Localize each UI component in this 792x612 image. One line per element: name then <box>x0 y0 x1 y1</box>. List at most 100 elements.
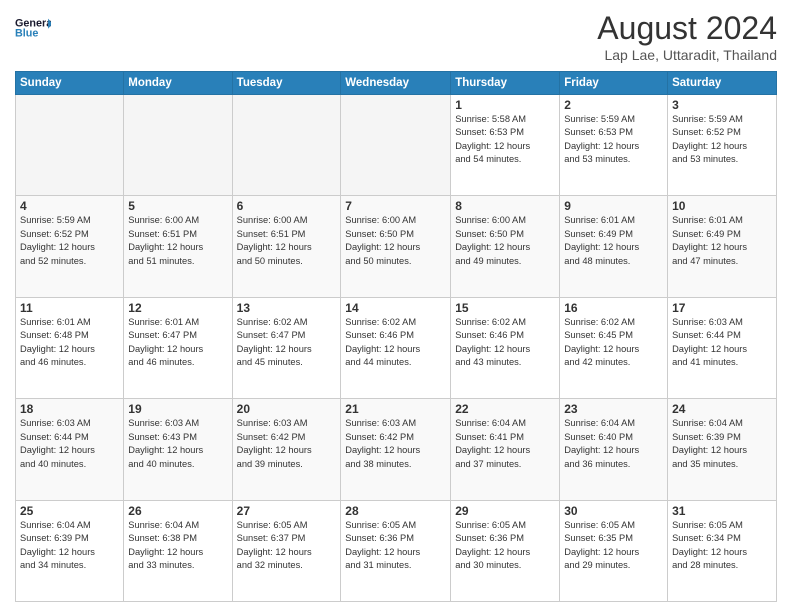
calendar-cell-1-5: 9Sunrise: 6:01 AMSunset: 6:49 PMDaylight… <box>560 196 668 297</box>
calendar-cell-0-2 <box>232 95 341 196</box>
week-row-1: 1Sunrise: 5:58 AMSunset: 6:53 PMDaylight… <box>16 95 777 196</box>
day-number: 19 <box>128 402 227 416</box>
header-friday: Friday <box>560 72 668 95</box>
day-number: 18 <box>20 402 119 416</box>
calendar-cell-2-3: 14Sunrise: 6:02 AMSunset: 6:46 PMDayligh… <box>341 297 451 398</box>
day-info: Sunrise: 6:01 AMSunset: 6:47 PMDaylight:… <box>128 316 227 370</box>
day-number: 2 <box>564 98 663 112</box>
calendar-cell-3-5: 23Sunrise: 6:04 AMSunset: 6:40 PMDayligh… <box>560 399 668 500</box>
day-info: Sunrise: 6:03 AMSunset: 6:44 PMDaylight:… <box>672 316 772 370</box>
day-info: Sunrise: 6:02 AMSunset: 6:45 PMDaylight:… <box>564 316 663 370</box>
calendar-cell-2-4: 15Sunrise: 6:02 AMSunset: 6:46 PMDayligh… <box>451 297 560 398</box>
calendar-cell-1-0: 4Sunrise: 5:59 AMSunset: 6:52 PMDaylight… <box>16 196 124 297</box>
calendar-cell-2-5: 16Sunrise: 6:02 AMSunset: 6:45 PMDayligh… <box>560 297 668 398</box>
day-number: 4 <box>20 199 119 213</box>
day-info: Sunrise: 6:00 AMSunset: 6:51 PMDaylight:… <box>128 214 227 268</box>
day-info: Sunrise: 6:05 AMSunset: 6:34 PMDaylight:… <box>672 519 772 573</box>
day-number: 17 <box>672 301 772 315</box>
calendar-cell-4-6: 31Sunrise: 6:05 AMSunset: 6:34 PMDayligh… <box>668 500 777 601</box>
calendar-cell-3-1: 19Sunrise: 6:03 AMSunset: 6:43 PMDayligh… <box>124 399 232 500</box>
logo-svg: General Blue <box>15 10 51 46</box>
logo: General Blue <box>15 10 51 46</box>
header-thursday: Thursday <box>451 72 560 95</box>
day-info: Sunrise: 6:02 AMSunset: 6:46 PMDaylight:… <box>455 316 555 370</box>
day-number: 24 <box>672 402 772 416</box>
day-number: 3 <box>672 98 772 112</box>
day-number: 29 <box>455 504 555 518</box>
day-number: 5 <box>128 199 227 213</box>
day-number: 26 <box>128 504 227 518</box>
calendar-cell-2-2: 13Sunrise: 6:02 AMSunset: 6:47 PMDayligh… <box>232 297 341 398</box>
day-number: 28 <box>345 504 446 518</box>
calendar-cell-1-2: 6Sunrise: 6:00 AMSunset: 6:51 PMDaylight… <box>232 196 341 297</box>
day-info: Sunrise: 6:03 AMSunset: 6:42 PMDaylight:… <box>237 417 337 471</box>
calendar-cell-0-4: 1Sunrise: 5:58 AMSunset: 6:53 PMDaylight… <box>451 95 560 196</box>
day-info: Sunrise: 6:04 AMSunset: 6:41 PMDaylight:… <box>455 417 555 471</box>
header-tuesday: Tuesday <box>232 72 341 95</box>
week-row-3: 11Sunrise: 6:01 AMSunset: 6:48 PMDayligh… <box>16 297 777 398</box>
day-info: Sunrise: 5:59 AMSunset: 6:52 PMDaylight:… <box>672 113 772 167</box>
day-info: Sunrise: 6:04 AMSunset: 6:39 PMDaylight:… <box>672 417 772 471</box>
day-info: Sunrise: 6:03 AMSunset: 6:44 PMDaylight:… <box>20 417 119 471</box>
day-number: 21 <box>345 402 446 416</box>
month-title: August 2024 <box>597 10 777 47</box>
day-number: 9 <box>564 199 663 213</box>
day-info: Sunrise: 5:59 AMSunset: 6:52 PMDaylight:… <box>20 214 119 268</box>
day-info: Sunrise: 6:04 AMSunset: 6:38 PMDaylight:… <box>128 519 227 573</box>
day-info: Sunrise: 6:04 AMSunset: 6:39 PMDaylight:… <box>20 519 119 573</box>
day-number: 23 <box>564 402 663 416</box>
title-area: August 2024 Lap Lae, Uttaradit, Thailand <box>597 10 777 63</box>
day-info: Sunrise: 6:05 AMSunset: 6:36 PMDaylight:… <box>455 519 555 573</box>
calendar-cell-1-1: 5Sunrise: 6:00 AMSunset: 6:51 PMDaylight… <box>124 196 232 297</box>
day-number: 16 <box>564 301 663 315</box>
header-sunday: Sunday <box>16 72 124 95</box>
day-number: 31 <box>672 504 772 518</box>
day-info: Sunrise: 6:05 AMSunset: 6:36 PMDaylight:… <box>345 519 446 573</box>
calendar-cell-1-6: 10Sunrise: 6:01 AMSunset: 6:49 PMDayligh… <box>668 196 777 297</box>
calendar-cell-3-4: 22Sunrise: 6:04 AMSunset: 6:41 PMDayligh… <box>451 399 560 500</box>
day-number: 25 <box>20 504 119 518</box>
day-info: Sunrise: 6:00 AMSunset: 6:51 PMDaylight:… <box>237 214 337 268</box>
day-info: Sunrise: 6:00 AMSunset: 6:50 PMDaylight:… <box>455 214 555 268</box>
header-monday: Monday <box>124 72 232 95</box>
day-number: 22 <box>455 402 555 416</box>
day-number: 6 <box>237 199 337 213</box>
week-row-4: 18Sunrise: 6:03 AMSunset: 6:44 PMDayligh… <box>16 399 777 500</box>
week-row-5: 25Sunrise: 6:04 AMSunset: 6:39 PMDayligh… <box>16 500 777 601</box>
header-saturday: Saturday <box>668 72 777 95</box>
calendar-cell-0-1 <box>124 95 232 196</box>
page: General Blue August 2024 Lap Lae, Uttara… <box>0 0 792 612</box>
day-number: 10 <box>672 199 772 213</box>
calendar-cell-2-0: 11Sunrise: 6:01 AMSunset: 6:48 PMDayligh… <box>16 297 124 398</box>
location: Lap Lae, Uttaradit, Thailand <box>597 47 777 63</box>
day-number: 15 <box>455 301 555 315</box>
day-number: 20 <box>237 402 337 416</box>
day-info: Sunrise: 6:04 AMSunset: 6:40 PMDaylight:… <box>564 417 663 471</box>
calendar-cell-0-6: 3Sunrise: 5:59 AMSunset: 6:52 PMDaylight… <box>668 95 777 196</box>
calendar-cell-4-2: 27Sunrise: 6:05 AMSunset: 6:37 PMDayligh… <box>232 500 341 601</box>
day-number: 12 <box>128 301 227 315</box>
day-number: 7 <box>345 199 446 213</box>
day-info: Sunrise: 6:05 AMSunset: 6:35 PMDaylight:… <box>564 519 663 573</box>
calendar-cell-1-3: 7Sunrise: 6:00 AMSunset: 6:50 PMDaylight… <box>341 196 451 297</box>
day-info: Sunrise: 6:05 AMSunset: 6:37 PMDaylight:… <box>237 519 337 573</box>
calendar-cell-0-3 <box>341 95 451 196</box>
calendar-cell-0-5: 2Sunrise: 5:59 AMSunset: 6:53 PMDaylight… <box>560 95 668 196</box>
calendar-cell-3-3: 21Sunrise: 6:03 AMSunset: 6:42 PMDayligh… <box>341 399 451 500</box>
calendar-cell-4-0: 25Sunrise: 6:04 AMSunset: 6:39 PMDayligh… <box>16 500 124 601</box>
day-info: Sunrise: 6:01 AMSunset: 6:49 PMDaylight:… <box>564 214 663 268</box>
calendar-cell-2-1: 12Sunrise: 6:01 AMSunset: 6:47 PMDayligh… <box>124 297 232 398</box>
day-number: 1 <box>455 98 555 112</box>
header-wednesday: Wednesday <box>341 72 451 95</box>
day-number: 13 <box>237 301 337 315</box>
calendar-cell-0-0 <box>16 95 124 196</box>
day-info: Sunrise: 6:02 AMSunset: 6:47 PMDaylight:… <box>237 316 337 370</box>
calendar-cell-4-1: 26Sunrise: 6:04 AMSunset: 6:38 PMDayligh… <box>124 500 232 601</box>
day-info: Sunrise: 6:00 AMSunset: 6:50 PMDaylight:… <box>345 214 446 268</box>
day-number: 11 <box>20 301 119 315</box>
day-info: Sunrise: 6:01 AMSunset: 6:49 PMDaylight:… <box>672 214 772 268</box>
calendar-cell-3-0: 18Sunrise: 6:03 AMSunset: 6:44 PMDayligh… <box>16 399 124 500</box>
week-row-2: 4Sunrise: 5:59 AMSunset: 6:52 PMDaylight… <box>16 196 777 297</box>
calendar-cell-3-6: 24Sunrise: 6:04 AMSunset: 6:39 PMDayligh… <box>668 399 777 500</box>
header: General Blue August 2024 Lap Lae, Uttara… <box>15 10 777 63</box>
